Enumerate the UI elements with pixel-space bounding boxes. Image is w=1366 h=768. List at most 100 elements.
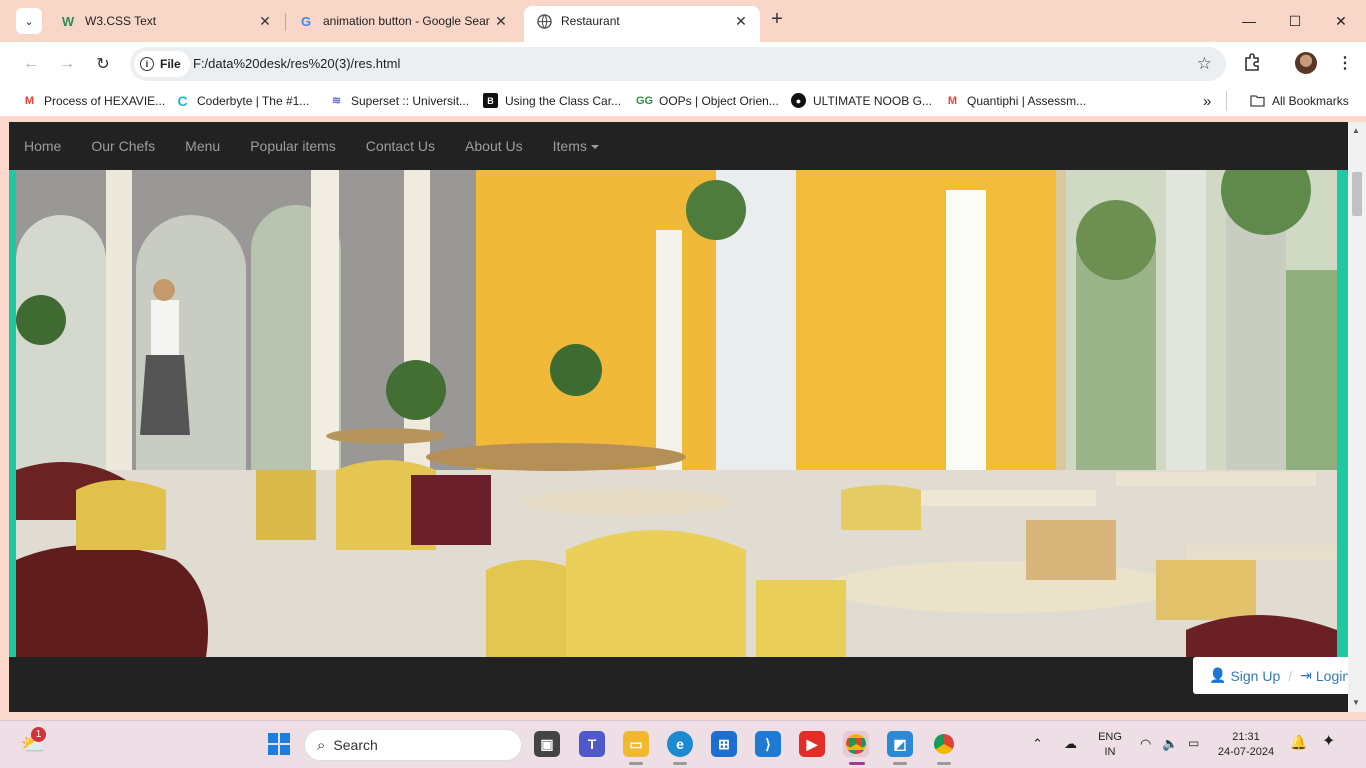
bookmark-label: Quantiphi | Assessm...	[967, 93, 1087, 108]
page-viewport: Home Our Chefs Menu Popular items Contac…	[9, 122, 1348, 712]
site-info-chip[interactable]: i File	[134, 51, 190, 77]
login-icon: ⇥	[1300, 667, 1312, 683]
language-line2: IN	[1104, 746, 1116, 758]
login-link[interactable]: Login	[1316, 668, 1348, 684]
address-bar[interactable]: i File F:/data%20desk/res%20(3)/res.html…	[130, 47, 1226, 81]
tab-title: animation button - Google Sear	[323, 14, 490, 28]
page-scrollbar[interactable]: ▲ ▼	[1348, 122, 1366, 712]
onedrive-icon[interactable]: ☁	[1064, 736, 1077, 751]
chevron-up-icon[interactable]: ⌃	[1032, 736, 1043, 751]
photos-icon[interactable]: ◩	[887, 731, 913, 757]
sign-up-link[interactable]: Sign Up	[1230, 668, 1280, 684]
restaurant-hero-image	[16, 170, 1337, 657]
site-navbar: Home Our Chefs Menu Popular items Contac…	[9, 122, 1348, 170]
tab-title: W3.CSS Text	[85, 14, 157, 28]
bookmark-item[interactable]: ● ULTIMATE NOOB G...	[791, 93, 932, 108]
github-icon: ●	[791, 93, 806, 108]
more-menu-icon[interactable]: ⋮	[1337, 53, 1353, 73]
reload-button[interactable]: ↻	[91, 52, 115, 76]
nav-items-dropdown[interactable]: Items	[538, 122, 614, 170]
arrow-left-icon: ←	[23, 55, 39, 72]
scroll-up-icon[interactable]: ▲	[1352, 126, 1360, 135]
file-explorer-icon[interactable]: ▭	[623, 731, 649, 757]
youtube-icon[interactable]: ▶	[799, 731, 825, 757]
gmail-icon: M	[947, 94, 958, 107]
search-label: Search	[333, 737, 378, 753]
app-indicator	[673, 762, 687, 765]
back-button[interactable]: ←	[19, 52, 43, 76]
nav-menu[interactable]: Menu	[170, 122, 235, 170]
bookmark-item[interactable]: C Coderbyte | The #1...	[175, 93, 309, 109]
arrow-right-icon: →	[59, 55, 75, 72]
close-icon[interactable]: ✕	[492, 13, 510, 30]
weather-badge: 1	[31, 727, 46, 742]
bookmark-item[interactable]: M Process of HEXAVIE...	[22, 93, 165, 108]
language-line1: ENG	[1098, 731, 1122, 743]
chrome-icon[interactable]	[843, 731, 869, 757]
scroll-thumb[interactable]	[1352, 172, 1362, 216]
copilot-icon[interactable]: ✦	[1322, 734, 1335, 750]
tab-w3css[interactable]: W W3.CSS Text ✕	[48, 6, 284, 36]
vscode-icon[interactable]: ⟩	[755, 731, 781, 757]
close-window-button[interactable]: ✕	[1318, 6, 1364, 36]
profile-avatar[interactable]	[1295, 52, 1317, 74]
info-icon: i	[140, 57, 154, 71]
nav-home[interactable]: Home	[9, 122, 76, 170]
close-icon[interactable]: ✕	[256, 13, 274, 30]
hero-section	[9, 170, 1348, 657]
url-text[interactable]: F:/data%20desk/res%20(3)/res.html	[193, 56, 400, 71]
maximize-icon: ☐	[1288, 12, 1302, 29]
bookmarks-overflow-button[interactable]: »	[1203, 93, 1211, 110]
bookmark-item[interactable]: B Using the Class Car...	[483, 93, 621, 108]
chevron-double-right-icon: »	[1203, 93, 1212, 110]
nav-popular-items[interactable]: Popular items	[235, 122, 351, 170]
new-tab-button[interactable]: +	[766, 9, 788, 31]
all-bookmarks-button[interactable]: All Bookmarks	[1250, 93, 1349, 108]
bookmark-item[interactable]: M Quantiphi | Assessm...	[945, 93, 1086, 108]
app-indicator	[893, 762, 907, 765]
folder-icon	[1250, 93, 1265, 108]
clock-date: 24-07-2024	[1217, 746, 1275, 758]
minimize-button[interactable]: —	[1226, 6, 1272, 36]
nav-our-chefs[interactable]: Our Chefs	[76, 122, 170, 170]
tab-google-search[interactable]: G animation button - Google Sear ✕	[286, 6, 520, 36]
nav-contact-us[interactable]: Contact Us	[351, 122, 450, 170]
reload-icon: ↻	[96, 56, 110, 73]
taskbar-search[interactable]: ⌕ Search	[304, 729, 522, 761]
scroll-down-icon[interactable]: ▼	[1352, 698, 1360, 707]
volume-icon[interactable]: 🔈	[1162, 736, 1178, 751]
bookmark-item[interactable]: ≋ Superset :: Universit...	[329, 93, 469, 108]
star-icon[interactable]: ☆	[1197, 54, 1212, 74]
notification-bell-icon[interactable]: 🔔	[1290, 735, 1307, 750]
windows-taskbar: ⛅ ⌕ Search ▣ T ▭ e ⊞ ⟩ ▶ ◩ ⌃ ☁ ENG IN ◠ …	[0, 720, 1366, 768]
store-icon[interactable]: ⊞	[711, 731, 737, 757]
auth-links: 👤 Sign Up / ⇥ Login	[1193, 657, 1348, 694]
close-icon[interactable]: ✕	[732, 13, 750, 30]
app-indicator	[629, 762, 643, 765]
nav-about-us[interactable]: About Us	[450, 122, 538, 170]
extensions-icon[interactable]	[1243, 53, 1261, 76]
language-indicator[interactable]: ENG IN	[1096, 730, 1124, 760]
forward-button[interactable]: →	[55, 52, 79, 76]
gmail-icon: M	[24, 94, 35, 107]
edge-icon[interactable]: e	[667, 731, 693, 757]
task-view-icon[interactable]: ▣	[534, 731, 560, 757]
battery-icon[interactable]: ▭	[1188, 736, 1199, 751]
chrome-profile-icon[interactable]	[931, 731, 957, 757]
tab-search-button[interactable]: ⌄	[16, 8, 42, 34]
minimize-icon: —	[1242, 13, 1256, 29]
superset-icon: ≋	[331, 95, 342, 107]
all-bookmarks-label: All Bookmarks	[1272, 93, 1349, 108]
wifi-icon[interactable]: ◠	[1140, 736, 1151, 751]
nav-items-label: Items	[552, 138, 587, 154]
chip-label: File	[160, 57, 181, 71]
tab-restaurant[interactable]: Restaurant ✕	[524, 6, 760, 42]
w3-icon: W	[61, 13, 75, 29]
teams-icon[interactable]: T	[579, 731, 605, 757]
maximize-button[interactable]: ☐	[1272, 6, 1318, 36]
bookmark-item[interactable]: GG OOPs | Object Orien...	[635, 93, 779, 108]
caret-down-icon	[590, 145, 599, 150]
clock[interactable]: 21:31 24-07-2024	[1216, 730, 1276, 760]
start-button[interactable]	[266, 731, 292, 757]
gfg-icon: GG	[635, 94, 654, 107]
